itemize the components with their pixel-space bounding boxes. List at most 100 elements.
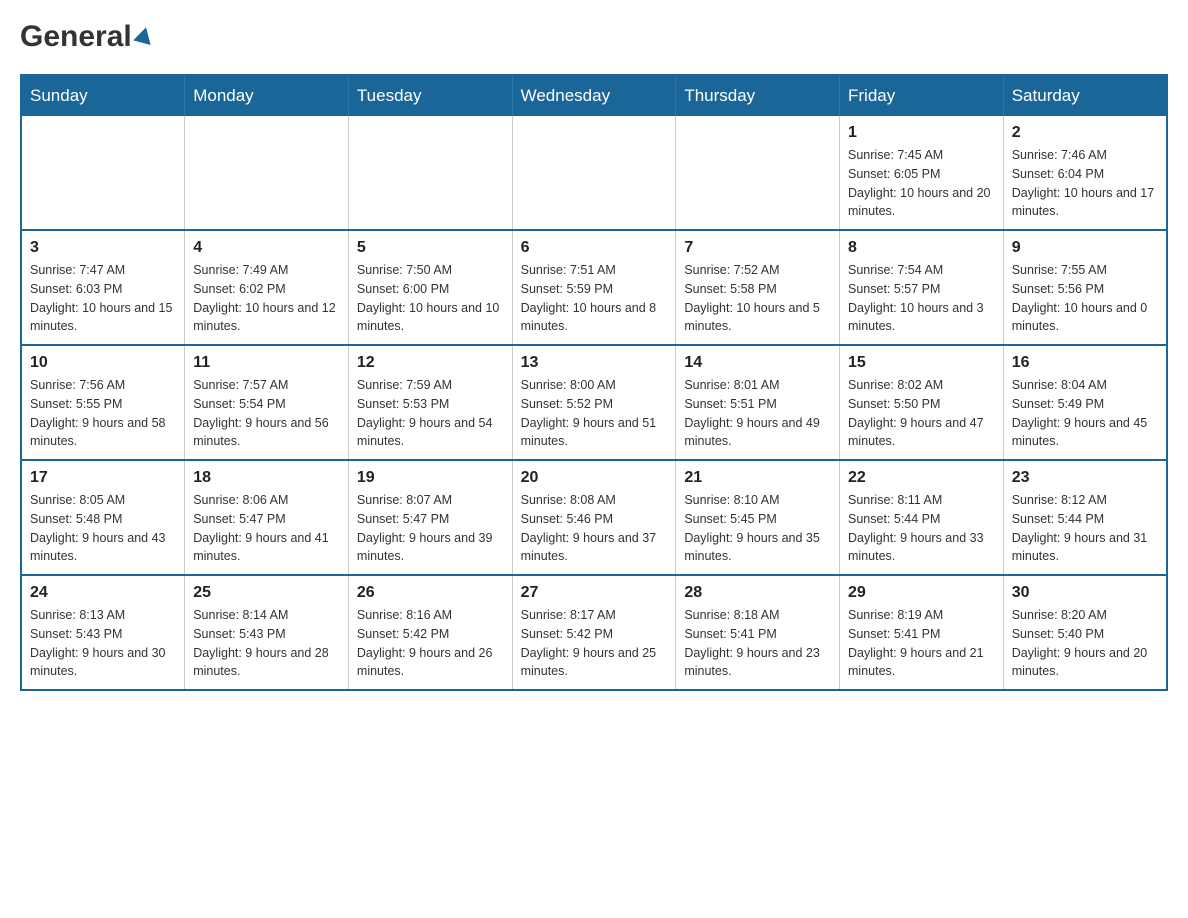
day-info: Sunrise: 7:55 AMSunset: 5:56 PMDaylight:…	[1012, 261, 1158, 336]
day-info: Sunrise: 8:05 AMSunset: 5:48 PMDaylight:…	[30, 491, 176, 566]
day-info: Sunrise: 7:54 AMSunset: 5:57 PMDaylight:…	[848, 261, 995, 336]
day-info: Sunrise: 7:57 AMSunset: 5:54 PMDaylight:…	[193, 376, 340, 451]
day-number: 5	[357, 239, 504, 257]
calendar-table: SundayMondayTuesdayWednesdayThursdayFrid…	[20, 74, 1168, 691]
calendar-cell: 8 Sunrise: 7:54 AMSunset: 5:57 PMDaylight…	[840, 230, 1004, 345]
calendar-cell: 17 Sunrise: 8:05 AMSunset: 5:48 PMDayligh…	[21, 460, 185, 575]
day-number: 28	[684, 584, 831, 602]
day-number: 29	[848, 584, 995, 602]
calendar-cell	[21, 116, 185, 230]
day-info: Sunrise: 7:49 AMSunset: 6:02 PMDaylight:…	[193, 261, 340, 336]
calendar-cell: 1 Sunrise: 7:45 AMSunset: 6:05 PMDaylight…	[840, 116, 1004, 230]
calendar-cell	[348, 116, 512, 230]
day-info: Sunrise: 7:45 AMSunset: 6:05 PMDaylight:…	[848, 146, 995, 221]
calendar-cell: 24 Sunrise: 8:13 AMSunset: 5:43 PMDayligh…	[21, 575, 185, 690]
calendar-cell: 22 Sunrise: 8:11 AMSunset: 5:44 PMDayligh…	[840, 460, 1004, 575]
calendar-cell: 23 Sunrise: 8:12 AMSunset: 5:44 PMDayligh…	[1003, 460, 1167, 575]
day-number: 11	[193, 354, 340, 372]
day-number: 13	[521, 354, 668, 372]
day-number: 22	[848, 469, 995, 487]
day-info: Sunrise: 8:01 AMSunset: 5:51 PMDaylight:…	[684, 376, 831, 451]
calendar-week-row: 1 Sunrise: 7:45 AMSunset: 6:05 PMDaylight…	[21, 116, 1167, 230]
day-info: Sunrise: 8:14 AMSunset: 5:43 PMDaylight:…	[193, 606, 340, 681]
day-number: 16	[1012, 354, 1158, 372]
day-info: Sunrise: 7:51 AMSunset: 5:59 PMDaylight:…	[521, 261, 668, 336]
calendar-cell: 19Sunrise: 8:07 AMSunset: 5:47 PMDayligh…	[348, 460, 512, 575]
day-number: 30	[1012, 584, 1158, 602]
calendar-cell: 20 Sunrise: 8:08 AMSunset: 5:46 PMDayligh…	[512, 460, 676, 575]
logo-general-text: General	[20, 20, 132, 54]
weekday-header-row: SundayMondayTuesdayWednesdayThursdayFrid…	[21, 75, 1167, 116]
calendar-cell: 12 Sunrise: 7:59 AMSunset: 5:53 PMDayligh…	[348, 345, 512, 460]
day-info: Sunrise: 7:50 AMSunset: 6:00 PMDaylight:…	[357, 261, 504, 336]
calendar-cell: 29 Sunrise: 8:19 AMSunset: 5:41 PMDayligh…	[840, 575, 1004, 690]
calendar-week-row: 10 Sunrise: 7:56 AMSunset: 5:55 PMDayligh…	[21, 345, 1167, 460]
day-number: 23	[1012, 469, 1158, 487]
calendar-cell	[185, 116, 349, 230]
day-number: 1	[848, 124, 995, 142]
calendar-cell: 30 Sunrise: 8:20 AMSunset: 5:40 PMDayligh…	[1003, 575, 1167, 690]
calendar-cell: 21 Sunrise: 8:10 AMSunset: 5:45 PMDayligh…	[676, 460, 840, 575]
day-info: Sunrise: 8:12 AMSunset: 5:44 PMDaylight:…	[1012, 491, 1158, 566]
weekday-header-wednesday: Wednesday	[512, 75, 676, 116]
calendar-cell	[512, 116, 676, 230]
calendar-cell: 2 Sunrise: 7:46 AMSunset: 6:04 PMDaylight…	[1003, 116, 1167, 230]
calendar-cell: 26 Sunrise: 8:16 AMSunset: 5:42 PMDayligh…	[348, 575, 512, 690]
day-info: Sunrise: 8:08 AMSunset: 5:46 PMDaylight:…	[521, 491, 668, 566]
day-number: 2	[1012, 124, 1158, 142]
day-number: 10	[30, 354, 176, 372]
day-number: 14	[684, 354, 831, 372]
calendar-cell	[676, 116, 840, 230]
day-info: Sunrise: 8:20 AMSunset: 5:40 PMDaylight:…	[1012, 606, 1158, 681]
calendar-week-row: 24 Sunrise: 8:13 AMSunset: 5:43 PMDayligh…	[21, 575, 1167, 690]
day-info: Sunrise: 7:52 AMSunset: 5:58 PMDaylight:…	[684, 261, 831, 336]
weekday-header-sunday: Sunday	[21, 75, 185, 116]
day-number: 24	[30, 584, 176, 602]
day-info: Sunrise: 8:02 AMSunset: 5:50 PMDaylight:…	[848, 376, 995, 451]
day-number: 25	[193, 584, 340, 602]
day-info: Sunrise: 8:13 AMSunset: 5:43 PMDaylight:…	[30, 606, 176, 681]
calendar-cell: 10 Sunrise: 7:56 AMSunset: 5:55 PMDayligh…	[21, 345, 185, 460]
calendar-cell: 6Sunrise: 7:51 AMSunset: 5:59 PMDaylight…	[512, 230, 676, 345]
day-number: 26	[357, 584, 504, 602]
day-info: Sunrise: 7:56 AMSunset: 5:55 PMDaylight:…	[30, 376, 176, 451]
day-info: Sunrise: 8:19 AMSunset: 5:41 PMDaylight:…	[848, 606, 995, 681]
day-number: 18	[193, 469, 340, 487]
day-info: Sunrise: 8:17 AMSunset: 5:42 PMDaylight:…	[521, 606, 668, 681]
calendar-week-row: 17 Sunrise: 8:05 AMSunset: 5:48 PMDayligh…	[21, 460, 1167, 575]
weekday-header-tuesday: Tuesday	[348, 75, 512, 116]
day-number: 9	[1012, 239, 1158, 257]
day-number: 17	[30, 469, 176, 487]
calendar-cell: 16 Sunrise: 8:04 AMSunset: 5:49 PMDayligh…	[1003, 345, 1167, 460]
logo: General	[20, 20, 153, 54]
calendar-cell: 7Sunrise: 7:52 AMSunset: 5:58 PMDaylight…	[676, 230, 840, 345]
calendar-week-row: 3 Sunrise: 7:47 AMSunset: 6:03 PMDaylight…	[21, 230, 1167, 345]
day-info: Sunrise: 8:11 AMSunset: 5:44 PMDaylight:…	[848, 491, 995, 566]
calendar-cell: 27 Sunrise: 8:17 AMSunset: 5:42 PMDayligh…	[512, 575, 676, 690]
day-info: Sunrise: 7:46 AMSunset: 6:04 PMDaylight:…	[1012, 146, 1158, 221]
day-info: Sunrise: 7:59 AMSunset: 5:53 PMDaylight:…	[357, 376, 504, 451]
logo-triangle-icon	[133, 25, 155, 45]
day-info: Sunrise: 7:47 AMSunset: 6:03 PMDaylight:…	[30, 261, 176, 336]
day-number: 3	[30, 239, 176, 257]
calendar-cell: 5 Sunrise: 7:50 AMSunset: 6:00 PMDaylight…	[348, 230, 512, 345]
day-info: Sunrise: 8:16 AMSunset: 5:42 PMDaylight:…	[357, 606, 504, 681]
day-number: 8	[848, 239, 995, 257]
calendar-cell: 28 Sunrise: 8:18 AMSunset: 5:41 PMDayligh…	[676, 575, 840, 690]
day-info: Sunrise: 8:00 AMSunset: 5:52 PMDaylight:…	[521, 376, 668, 451]
day-number: 12	[357, 354, 504, 372]
day-number: 27	[521, 584, 668, 602]
weekday-header-saturday: Saturday	[1003, 75, 1167, 116]
day-number: 21	[684, 469, 831, 487]
page-header: General	[20, 20, 1168, 54]
weekday-header-friday: Friday	[840, 75, 1004, 116]
calendar-cell: 9 Sunrise: 7:55 AMSunset: 5:56 PMDaylight…	[1003, 230, 1167, 345]
day-info: Sunrise: 8:10 AMSunset: 5:45 PMDaylight:…	[684, 491, 831, 566]
calendar-cell: 15Sunrise: 8:02 AMSunset: 5:50 PMDayligh…	[840, 345, 1004, 460]
day-number: 20	[521, 469, 668, 487]
day-info: Sunrise: 8:18 AMSunset: 5:41 PMDaylight:…	[684, 606, 831, 681]
calendar-cell: 13 Sunrise: 8:00 AMSunset: 5:52 PMDayligh…	[512, 345, 676, 460]
day-info: Sunrise: 8:04 AMSunset: 5:49 PMDaylight:…	[1012, 376, 1158, 451]
weekday-header-thursday: Thursday	[676, 75, 840, 116]
calendar-cell: 25 Sunrise: 8:14 AMSunset: 5:43 PMDayligh…	[185, 575, 349, 690]
